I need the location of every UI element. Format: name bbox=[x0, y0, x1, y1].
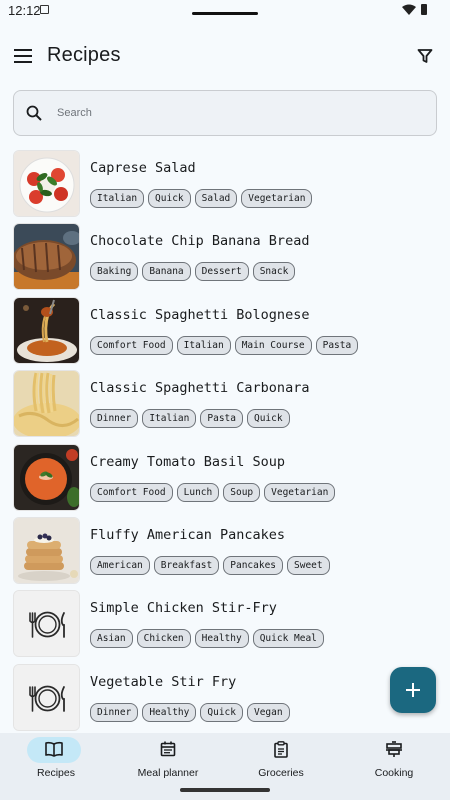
camera-notch bbox=[192, 12, 258, 15]
tag-chip: Italian bbox=[176, 335, 231, 355]
recipe-thumbnail bbox=[13, 590, 80, 658]
nav-item-cooking[interactable]: Cooking bbox=[338, 733, 450, 793]
tag-list: Baking Banana Dessert Snack bbox=[90, 262, 296, 282]
tag-chip: Comfort Food bbox=[90, 335, 173, 355]
tag-chip: Salad bbox=[194, 189, 238, 208]
tag-chip: Chicken bbox=[136, 629, 191, 649]
recipe-name: Vegetable Stir Fry bbox=[90, 673, 237, 690]
tag-chip: Quick Meal bbox=[252, 629, 324, 649]
search-bar bbox=[13, 90, 437, 136]
recipe-thumbnail bbox=[13, 223, 80, 291]
tag-list: American Breakfast Pancakes Sweet bbox=[90, 555, 330, 575]
status-time: 12:12 bbox=[8, 3, 41, 18]
tag-chip: Dinner bbox=[90, 409, 139, 429]
nav-label: Recipes bbox=[37, 767, 75, 779]
tag-list: Dinner Italian Pasta Quick bbox=[90, 409, 290, 429]
recipe-thumbnail bbox=[13, 663, 80, 731]
nav-item-meal-planner[interactable]: Meal planner bbox=[112, 733, 224, 793]
tag-chip: Asian bbox=[90, 629, 133, 649]
menu-icon[interactable] bbox=[14, 49, 32, 63]
search-input[interactable] bbox=[56, 92, 426, 134]
add-recipe-button[interactable] bbox=[390, 667, 436, 713]
nav-label: Meal planner bbox=[137, 767, 199, 779]
tag-chip: Healthy bbox=[142, 702, 197, 722]
tag-list: Comfort Food Lunch Soup Vegetarian bbox=[90, 482, 336, 502]
recipe-name: Creamy Tomato Basil Soup bbox=[90, 453, 286, 470]
tag-chip: Italian bbox=[90, 189, 145, 208]
recipe-name: Caprese Salad bbox=[90, 160, 196, 176]
tag-chip: Vegetarian bbox=[264, 482, 336, 502]
nav-label: Groceries bbox=[258, 767, 304, 779]
tag-list: Dinner Healthy Quick Vegan bbox=[90, 702, 290, 722]
book-icon bbox=[45, 741, 63, 757]
tag-chip: Lunch bbox=[176, 482, 220, 502]
tag-chip: Quick bbox=[200, 702, 243, 722]
recipe-item-tomato-basil-soup[interactable]: Creamy Tomato Basil Soup Comfort Food Lu… bbox=[0, 442, 450, 515]
recipe-item-caprese-salad[interactable]: Caprese Salad Italian Quick Salad Vegeta… bbox=[0, 148, 450, 221]
tag-chip: Quick bbox=[148, 189, 191, 208]
tag-chip: Soup bbox=[223, 482, 261, 502]
clipboard-icon bbox=[274, 741, 288, 758]
tag-chip: Pasta bbox=[315, 335, 359, 355]
filter-icon[interactable] bbox=[417, 48, 433, 64]
recipe-item-chicken-stir-fry[interactable]: Simple Chicken Stir-Fry Asian Chicken He… bbox=[0, 588, 450, 661]
recipe-name: Classic Spaghetti Carbonara bbox=[90, 380, 310, 397]
calendar-icon bbox=[160, 741, 176, 757]
tag-chip: Dessert bbox=[194, 262, 249, 282]
recipe-thumbnail bbox=[13, 150, 80, 217]
tag-chip: Dinner bbox=[90, 702, 139, 722]
recipe-name: Classic Spaghetti Bolognese bbox=[90, 306, 310, 323]
cooking-pot-icon bbox=[386, 741, 402, 757]
recipe-thumbnail bbox=[13, 370, 80, 438]
sim-icon bbox=[40, 5, 49, 14]
tag-chip: Pasta bbox=[200, 409, 243, 429]
recipe-thumbnail bbox=[13, 443, 80, 511]
tag-chip: Breakfast bbox=[153, 555, 220, 575]
recipe-item-american-pancakes[interactable]: Fluffy American Pancakes American Breakf… bbox=[0, 515, 450, 588]
recipe-name: Simple Chicken Stir-Fry bbox=[90, 600, 277, 617]
status-bar: 12:12 bbox=[0, 0, 450, 24]
tag-list: Italian Quick Salad Vegetarian bbox=[90, 189, 313, 208]
plate-cutlery-icon bbox=[14, 664, 79, 730]
tag-chip: Snack bbox=[252, 262, 296, 282]
recipe-list: Caprese Salad Italian Quick Salad Vegeta… bbox=[0, 148, 450, 735]
recipe-item-spaghetti-bolognese[interactable]: Classic Spaghetti Bolognese Comfort Food… bbox=[0, 295, 450, 368]
nav-item-groceries[interactable]: Groceries bbox=[225, 733, 337, 793]
tag-chip: Main Course bbox=[234, 335, 312, 355]
search-icon bbox=[26, 105, 42, 121]
nav-label: Cooking bbox=[374, 767, 414, 779]
tag-list: Comfort Food Italian Main Course Pasta bbox=[90, 335, 359, 355]
tag-list: Asian Chicken Healthy Quick Meal bbox=[90, 629, 324, 649]
nav-item-recipes[interactable]: Recipes bbox=[0, 733, 112, 793]
top-app-bar: Recipes bbox=[0, 36, 450, 78]
tag-chip: Baking bbox=[90, 262, 139, 282]
recipe-thumbnail bbox=[13, 296, 80, 364]
recipe-name: Chocolate Chip Banana Bread bbox=[90, 233, 310, 250]
tag-chip: Pancakes bbox=[223, 555, 284, 575]
tag-chip: Quick bbox=[246, 409, 290, 429]
recipe-item-spaghetti-carbonara[interactable]: Classic Spaghetti Carbonara Dinner Itali… bbox=[0, 368, 450, 441]
tag-chip: Vegetarian bbox=[241, 189, 313, 208]
tag-chip: Comfort Food bbox=[90, 482, 173, 502]
tag-chip: Sweet bbox=[287, 555, 330, 575]
recipe-name: Fluffy American Pancakes bbox=[90, 526, 286, 543]
wifi-icon bbox=[402, 4, 416, 15]
plate-cutlery-icon bbox=[14, 591, 79, 657]
tag-chip: Italian bbox=[142, 409, 197, 429]
tag-chip: Healthy bbox=[194, 629, 249, 649]
tag-chip: American bbox=[90, 555, 150, 575]
tag-chip: Vegan bbox=[246, 702, 290, 722]
recipe-item-vegetable-stir-fry[interactable]: Vegetable Stir Fry Dinner Healthy Quick … bbox=[0, 662, 450, 735]
recipe-item-banana-bread[interactable]: Chocolate Chip Banana Bread Baking Banan… bbox=[0, 221, 450, 294]
recipe-thumbnail bbox=[13, 516, 80, 584]
tag-chip: Banana bbox=[142, 262, 191, 282]
page-title: Recipes bbox=[47, 44, 121, 66]
home-indicator[interactable] bbox=[180, 788, 270, 792]
battery-icon bbox=[421, 4, 427, 15]
